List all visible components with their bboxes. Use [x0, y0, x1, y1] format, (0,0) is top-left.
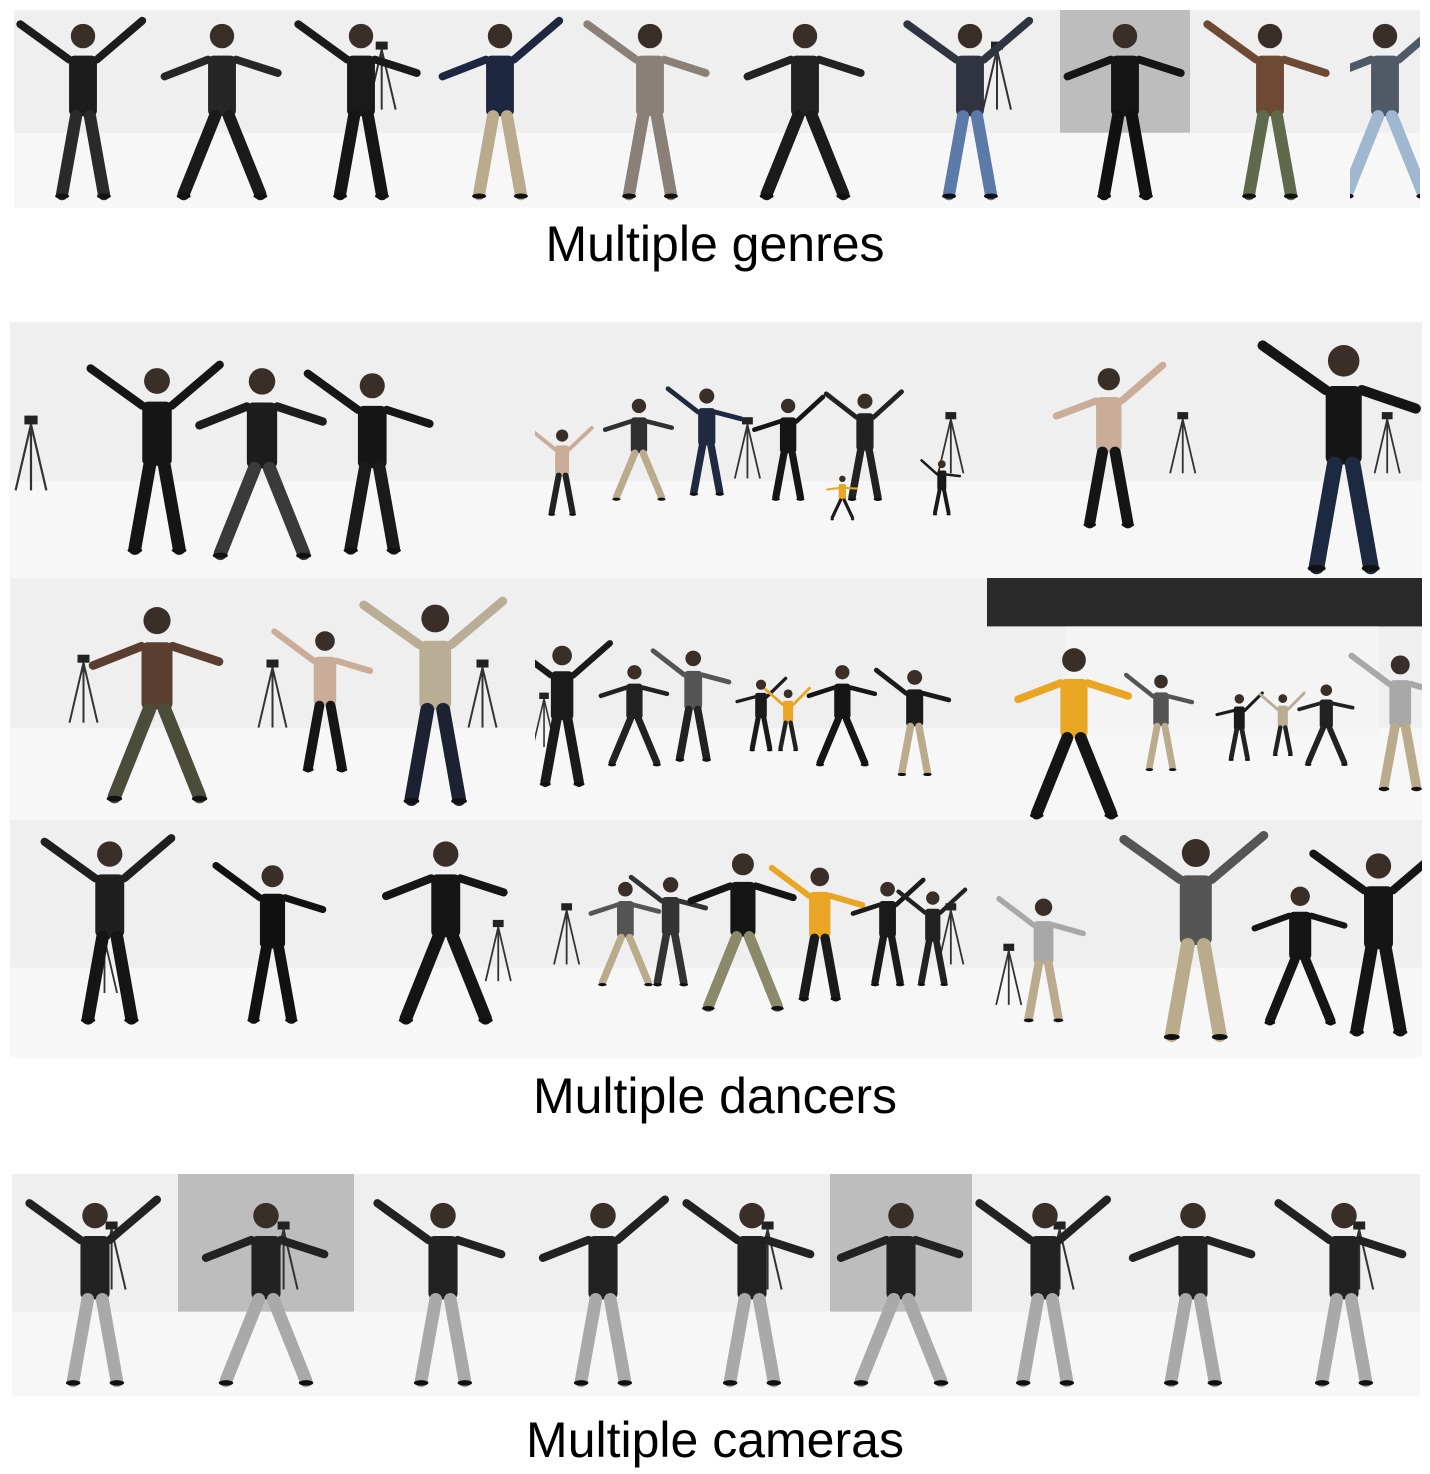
genre-photo-tile [1060, 10, 1190, 208]
camera-view-tile [674, 1174, 830, 1396]
dancers-row-3 [10, 820, 1422, 1058]
dancers-photo-tile [10, 820, 535, 1058]
dancers-caption: Multiple dancers [532, 1068, 898, 1124]
camera-view-tile [830, 1174, 972, 1396]
dancers-row-1 [10, 322, 1422, 578]
genre-photo-tile [730, 10, 880, 208]
cameras-caption: Multiple cameras [526, 1412, 904, 1468]
camera-view-tile [1118, 1174, 1268, 1396]
dancers-photo-tile [535, 578, 987, 820]
camera-view-tile [178, 1174, 354, 1396]
genre-photo-tile [430, 10, 570, 208]
dancers-photo-tile [10, 322, 535, 578]
dancers-image-grid [10, 322, 1422, 1058]
genre-photo-tile [570, 10, 730, 208]
genres-image-strip [14, 10, 1420, 208]
dancers-photo-tile [987, 578, 1422, 820]
genres-caption: Multiple genres [545, 216, 885, 272]
genre-photo-tile [152, 10, 292, 208]
camera-view-tile [12, 1174, 178, 1396]
camera-view-tile [532, 1174, 674, 1396]
cameras-image-strip [12, 1174, 1420, 1396]
dancers-photo-tile [987, 820, 1422, 1058]
camera-view-tile [972, 1174, 1118, 1396]
dancers-photo-tile [535, 820, 987, 1058]
genre-photo-tile [1190, 10, 1350, 208]
genre-photo-tile [292, 10, 430, 208]
dancers-photo-tile [987, 322, 1422, 578]
camera-view-tile [354, 1174, 532, 1396]
camera-view-tile [1268, 1174, 1420, 1396]
genre-photo-tile [880, 10, 1060, 208]
dancers-photo-tile [535, 322, 987, 578]
genre-photo-tile [1350, 10, 1420, 208]
dancers-photo-tile [10, 578, 535, 820]
genre-photo-tile [14, 10, 152, 208]
dancers-row-2 [10, 578, 1422, 820]
